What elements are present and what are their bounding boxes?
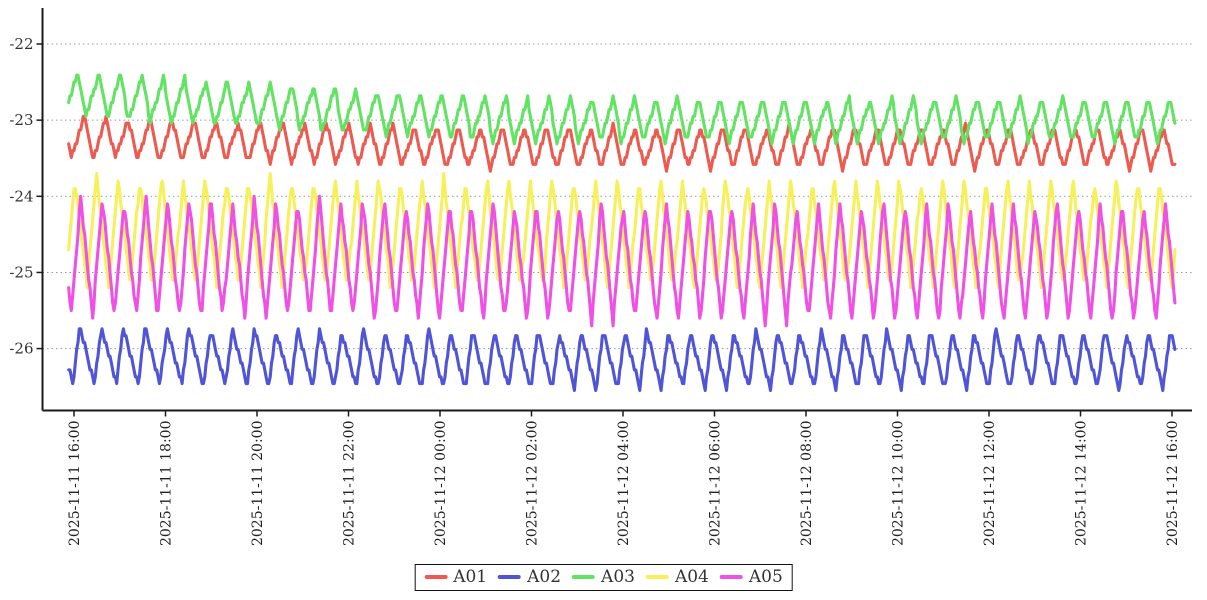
x-tick-label: 2025-11-12 00:00: [433, 421, 449, 547]
legend-item-a01: A01: [424, 568, 487, 587]
x-tick-label: 2025-11-11 16:00: [67, 421, 83, 547]
legend-line-swatch: [498, 575, 521, 579]
legend-label: A03: [601, 568, 635, 587]
x-tick-label: 2025-11-12 14:00: [1074, 421, 1090, 547]
legend-line-swatch: [646, 575, 669, 579]
chart-canvas: -22 -23 -24 -25 -26 2025-11-11 16:00 2025-11-1…: [0, 0, 1207, 600]
legend-line-swatch: [424, 575, 447, 579]
x-tick-label: 2025-11-12 04:00: [616, 421, 632, 547]
x-tick-label: 2025-11-12 10:00: [891, 421, 907, 547]
x-tick-label: 2025-11-11 18:00: [159, 421, 175, 547]
x-tick-label: 2025-11-12 12:00: [982, 421, 998, 547]
legend-label: A04: [675, 568, 709, 587]
x-tick-label: 2025-11-12 06:00: [708, 421, 724, 547]
x-tick-label: 2025-11-11 20:00: [250, 421, 266, 547]
legend-label: A02: [527, 568, 561, 587]
x-tick-label: 2025-11-12 02:00: [525, 421, 541, 547]
series-line-a02: [69, 329, 1175, 391]
y-tick-label: -25: [9, 263, 33, 281]
legend-label: A01: [453, 568, 487, 587]
chart-legend: A01 A02 A03 A04 A05: [414, 564, 793, 591]
legend-item-a03: A03: [572, 568, 635, 587]
y-tick-label: -23: [9, 111, 33, 129]
x-tick-label: 2025-11-12 08:00: [799, 421, 815, 547]
legend-line-swatch: [720, 575, 743, 579]
x-tick-label: 2025-11-12 16:00: [1165, 421, 1181, 547]
y-tick-label: -26: [9, 340, 33, 358]
y-tick-label: -22: [9, 35, 33, 53]
timeseries-chart-figure: -22 -23 -24 -25 -26 2025-11-11 16:00 2025-11-1…: [0, 0, 1207, 600]
legend-label: A05: [749, 568, 783, 587]
y-tick-label: -24: [9, 187, 33, 205]
legend-item-a05: A05: [720, 568, 783, 587]
x-tick-label: 2025-11-11 22:00: [342, 421, 358, 547]
legend-line-swatch: [572, 575, 595, 579]
legend-item-a04: A04: [646, 568, 709, 587]
legend-item-a02: A02: [498, 568, 561, 587]
